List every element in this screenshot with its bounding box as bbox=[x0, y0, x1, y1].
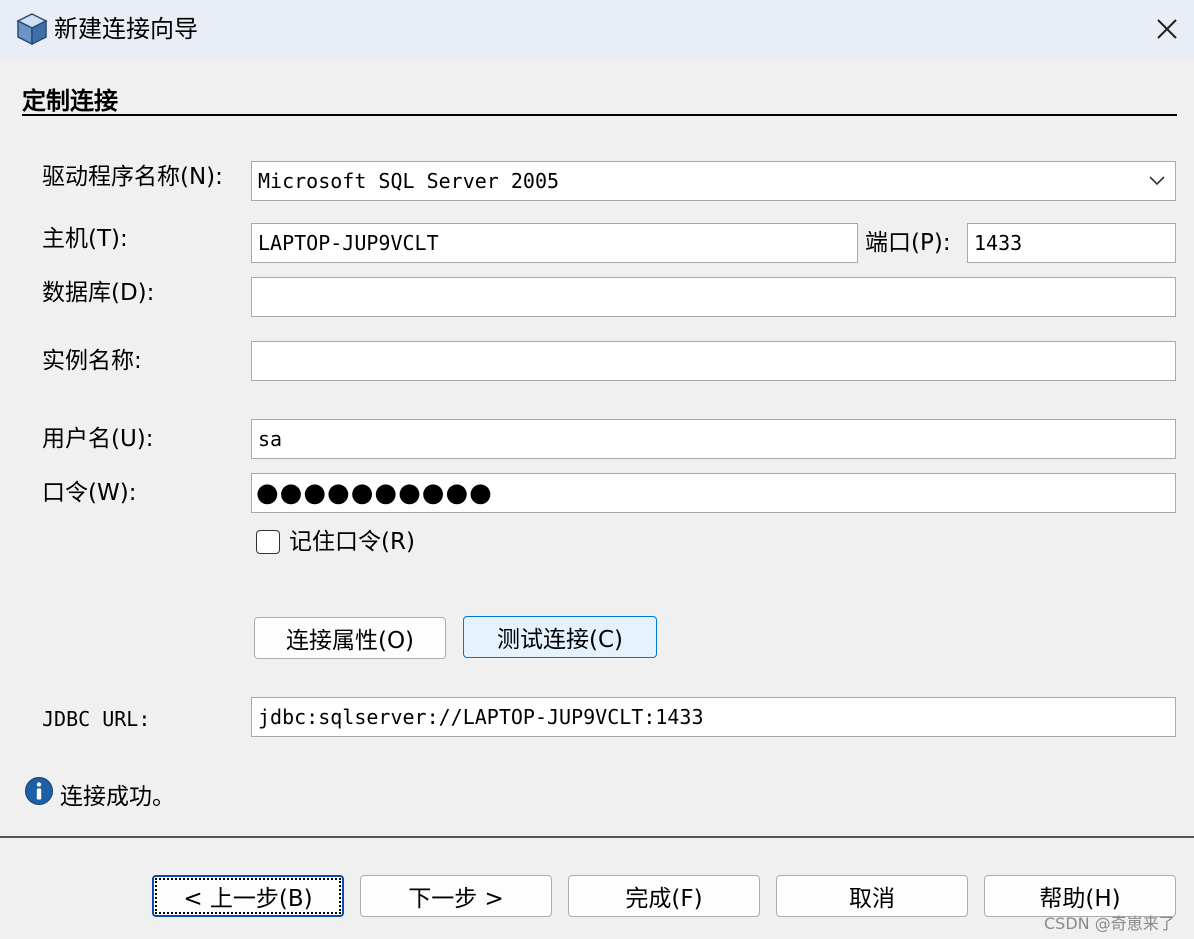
username-value: sa bbox=[258, 427, 283, 451]
database-field[interactable] bbox=[251, 277, 1176, 317]
finish-button[interactable]: 完成(F) bbox=[568, 875, 760, 917]
chevron-down-icon bbox=[1149, 176, 1165, 186]
instance-field[interactable] bbox=[251, 341, 1176, 381]
test-connection-label: 测试连接(C) bbox=[496, 627, 623, 653]
instance-label: 实例名称: bbox=[42, 348, 142, 374]
help-button-label: 帮助(H) bbox=[1039, 886, 1121, 912]
section-divider bbox=[22, 114, 1177, 116]
port-field[interactable]: 1433 bbox=[967, 223, 1176, 263]
password-label: 口令(W): bbox=[42, 480, 137, 506]
cancel-button[interactable]: 取消 bbox=[776, 875, 968, 917]
title-bar: 新建连接向导 bbox=[0, 0, 1194, 60]
next-button[interactable]: 下一步 > bbox=[360, 875, 552, 917]
watermark: CSDN @奇崽来了 bbox=[1044, 914, 1175, 933]
jdbc-url-value: jdbc:sqlserver://LAPTOP-JUP9VCLT:1433 bbox=[258, 705, 704, 729]
next-button-label: 下一步 > bbox=[408, 886, 504, 912]
database-label: 数据库(D): bbox=[42, 280, 155, 306]
close-button[interactable] bbox=[1140, 0, 1194, 58]
window-title: 新建连接向导 bbox=[54, 15, 198, 43]
remember-password-label[interactable]: 记住口令(R) bbox=[289, 527, 415, 557]
test-connection-button[interactable]: 测试连接(C) bbox=[463, 616, 657, 658]
jdbc-url-field[interactable]: jdbc:sqlserver://LAPTOP-JUP9VCLT:1433 bbox=[251, 697, 1176, 737]
password-field[interactable]: ●●●●●●●●●● bbox=[251, 473, 1176, 513]
status-message: 连接成功。 bbox=[60, 784, 175, 810]
connection-properties-label: 连接属性(O) bbox=[285, 628, 415, 654]
driver-label: 驱动程序名称(N): bbox=[42, 164, 223, 190]
driver-select-value: Microsoft SQL Server 2005 bbox=[258, 169, 560, 193]
host-value: LAPTOP-JUP9VCLT bbox=[258, 231, 439, 255]
connection-properties-button[interactable]: 连接属性(O) bbox=[254, 617, 446, 659]
info-icon bbox=[25, 777, 53, 805]
password-mask: ●●●●●●●●●● bbox=[256, 478, 493, 508]
username-field[interactable]: sa bbox=[251, 419, 1176, 459]
back-button[interactable]: < 上一步(B) bbox=[152, 875, 344, 917]
host-field[interactable]: LAPTOP-JUP9VCLT bbox=[251, 223, 858, 263]
host-label: 主机(T): bbox=[42, 226, 128, 252]
username-label: 用户名(U): bbox=[42, 426, 154, 452]
close-icon bbox=[1157, 19, 1177, 39]
driver-select[interactable]: Microsoft SQL Server 2005 bbox=[251, 161, 1176, 201]
port-value: 1433 bbox=[974, 231, 1023, 255]
remember-password-checkbox[interactable] bbox=[256, 530, 280, 554]
app-cube-icon bbox=[16, 13, 48, 46]
footer-divider bbox=[0, 836, 1194, 838]
back-button-label: < 上一步(B) bbox=[183, 886, 313, 912]
port-label: 端口(P): bbox=[865, 230, 951, 256]
finish-button-label: 完成(F) bbox=[625, 886, 703, 912]
cancel-button-label: 取消 bbox=[849, 886, 895, 912]
jdbc-url-label: JDBC URL: bbox=[42, 707, 151, 731]
section-title: 定制连接 bbox=[22, 87, 118, 115]
